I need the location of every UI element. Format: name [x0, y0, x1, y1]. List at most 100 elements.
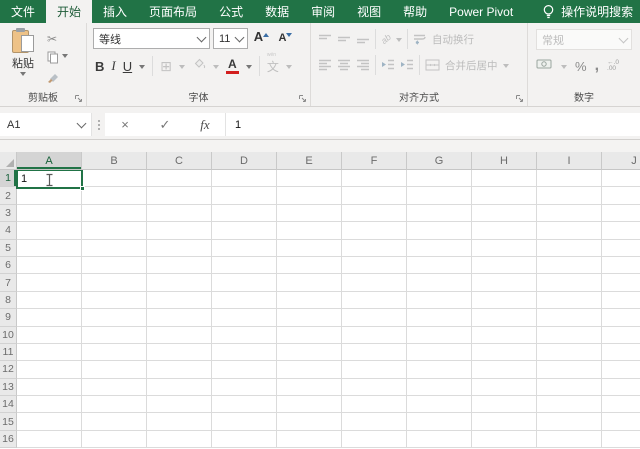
row-header-5[interactable]: 5: [0, 239, 17, 257]
cell-C15[interactable]: [147, 413, 212, 431]
cell-I8[interactable]: [537, 291, 602, 310]
cell-G3[interactable]: [407, 204, 472, 223]
cell-I10[interactable]: [537, 326, 602, 344]
font-color-button[interactable]: A: [225, 58, 239, 74]
cell-F10[interactable]: [342, 326, 407, 344]
cell-B12[interactable]: [82, 361, 147, 379]
fill-color-dropdown-arrow-icon[interactable]: [212, 64, 219, 72]
cell-B16[interactable]: [82, 430, 147, 449]
cell-H1[interactable]: [472, 170, 537, 188]
cell-D14[interactable]: [212, 396, 277, 414]
alignment-dialog-launcher-icon[interactable]: [515, 94, 524, 103]
cell-E10[interactable]: [277, 326, 342, 344]
cell-D2[interactable]: [212, 187, 277, 205]
cell-A15[interactable]: [17, 413, 82, 431]
decrease-font-size-button[interactable]: A: [275, 28, 296, 49]
row-header-12[interactable]: 12: [0, 361, 17, 379]
cell-A10[interactable]: [17, 326, 82, 344]
cell-G15[interactable]: [407, 413, 472, 431]
fill-color-button[interactable]: [192, 57, 206, 75]
phonetic-guide-button[interactable]: wén 文: [267, 52, 279, 75]
cell-J9[interactable]: [602, 309, 640, 327]
cell-H3[interactable]: [472, 204, 537, 223]
cell-G12[interactable]: [407, 361, 472, 379]
cell-D9[interactable]: [212, 309, 277, 327]
align-right-icon[interactable]: [356, 59, 370, 71]
cell-G4[interactable]: [407, 222, 472, 240]
cell-H10[interactable]: [472, 326, 537, 344]
cell-H11[interactable]: [472, 343, 537, 362]
cell-F2[interactable]: [342, 187, 407, 205]
font-dialog-launcher-icon[interactable]: [298, 94, 307, 103]
column-header-G[interactable]: G: [407, 152, 472, 170]
cell-F14[interactable]: [342, 396, 407, 414]
cell-I15[interactable]: [537, 413, 602, 431]
cell-G7[interactable]: [407, 274, 472, 292]
cell-C7[interactable]: [147, 274, 212, 292]
cell-H15[interactable]: [472, 413, 537, 431]
cell-A11[interactable]: [17, 343, 82, 362]
cell-J4[interactable]: [602, 222, 640, 240]
tab-formulas[interactable]: 公式: [208, 0, 254, 23]
cell-A13[interactable]: [17, 378, 82, 397]
cell-E16[interactable]: [277, 430, 342, 449]
cell-B4[interactable]: [82, 222, 147, 240]
cell-B10[interactable]: [82, 326, 147, 344]
row-header-1[interactable]: 1: [0, 170, 17, 188]
cell-G2[interactable]: [407, 187, 472, 205]
cell-I5[interactable]: [537, 239, 602, 257]
cell-G9[interactable]: [407, 309, 472, 327]
cell-D6[interactable]: [212, 256, 277, 275]
tab-view[interactable]: 视图: [346, 0, 392, 23]
cell-F5[interactable]: [342, 239, 407, 257]
formula-bar-resizer[interactable]: [92, 113, 105, 136]
row-header-2[interactable]: 2: [0, 187, 17, 205]
cell-J7[interactable]: [602, 274, 640, 292]
cell-J5[interactable]: [602, 239, 640, 257]
cell-J8[interactable]: [602, 291, 640, 310]
underline-button[interactable]: U: [123, 59, 132, 74]
font-name-combobox[interactable]: 等线: [93, 28, 210, 49]
row-header-16[interactable]: 16: [0, 430, 17, 449]
cell-H2[interactable]: [472, 187, 537, 205]
italic-button[interactable]: I: [111, 58, 115, 74]
cell-G1[interactable]: [407, 170, 472, 188]
cell-E14[interactable]: [277, 396, 342, 414]
cell-I14[interactable]: [537, 396, 602, 414]
cell-C5[interactable]: [147, 239, 212, 257]
cell-J1[interactable]: [602, 170, 640, 188]
enter-button[interactable]: ✓: [145, 117, 185, 133]
column-header-D[interactable]: D: [212, 152, 277, 170]
cell-B15[interactable]: [82, 413, 147, 431]
cell-A6[interactable]: [17, 256, 82, 275]
cell-G13[interactable]: [407, 378, 472, 397]
increase-indent-icon[interactable]: [400, 59, 414, 71]
cell-H8[interactable]: [472, 291, 537, 310]
row-header-11[interactable]: 11: [0, 343, 17, 362]
row-header-9[interactable]: 9: [0, 309, 17, 327]
cell-D5[interactable]: [212, 239, 277, 257]
cell-E15[interactable]: [277, 413, 342, 431]
row-header-7[interactable]: 7: [0, 274, 17, 292]
row-header-15[interactable]: 15: [0, 413, 17, 431]
cell-E8[interactable]: [277, 291, 342, 310]
decrease-indent-icon[interactable]: [381, 59, 395, 71]
cell-J12[interactable]: [602, 361, 640, 379]
cell-F1[interactable]: [342, 170, 407, 188]
cell-C13[interactable]: [147, 378, 212, 397]
cell-E4[interactable]: [277, 222, 342, 240]
cell-B3[interactable]: [82, 204, 147, 223]
column-header-I[interactable]: I: [537, 152, 602, 170]
tab-review[interactable]: 审阅: [300, 0, 346, 23]
cell-F16[interactable]: [342, 430, 407, 449]
align-middle-icon[interactable]: [337, 33, 351, 45]
formula-input[interactable]: 1: [226, 113, 640, 136]
cell-F3[interactable]: [342, 204, 407, 223]
accounting-dropdown-arrow-icon[interactable]: [561, 64, 567, 72]
cell-C12[interactable]: [147, 361, 212, 379]
cell-I4[interactable]: [537, 222, 602, 240]
copy-button[interactable]: [45, 49, 70, 66]
cell-C6[interactable]: [147, 256, 212, 275]
cell-C16[interactable]: [147, 430, 212, 449]
cell-E2[interactable]: [277, 187, 342, 205]
